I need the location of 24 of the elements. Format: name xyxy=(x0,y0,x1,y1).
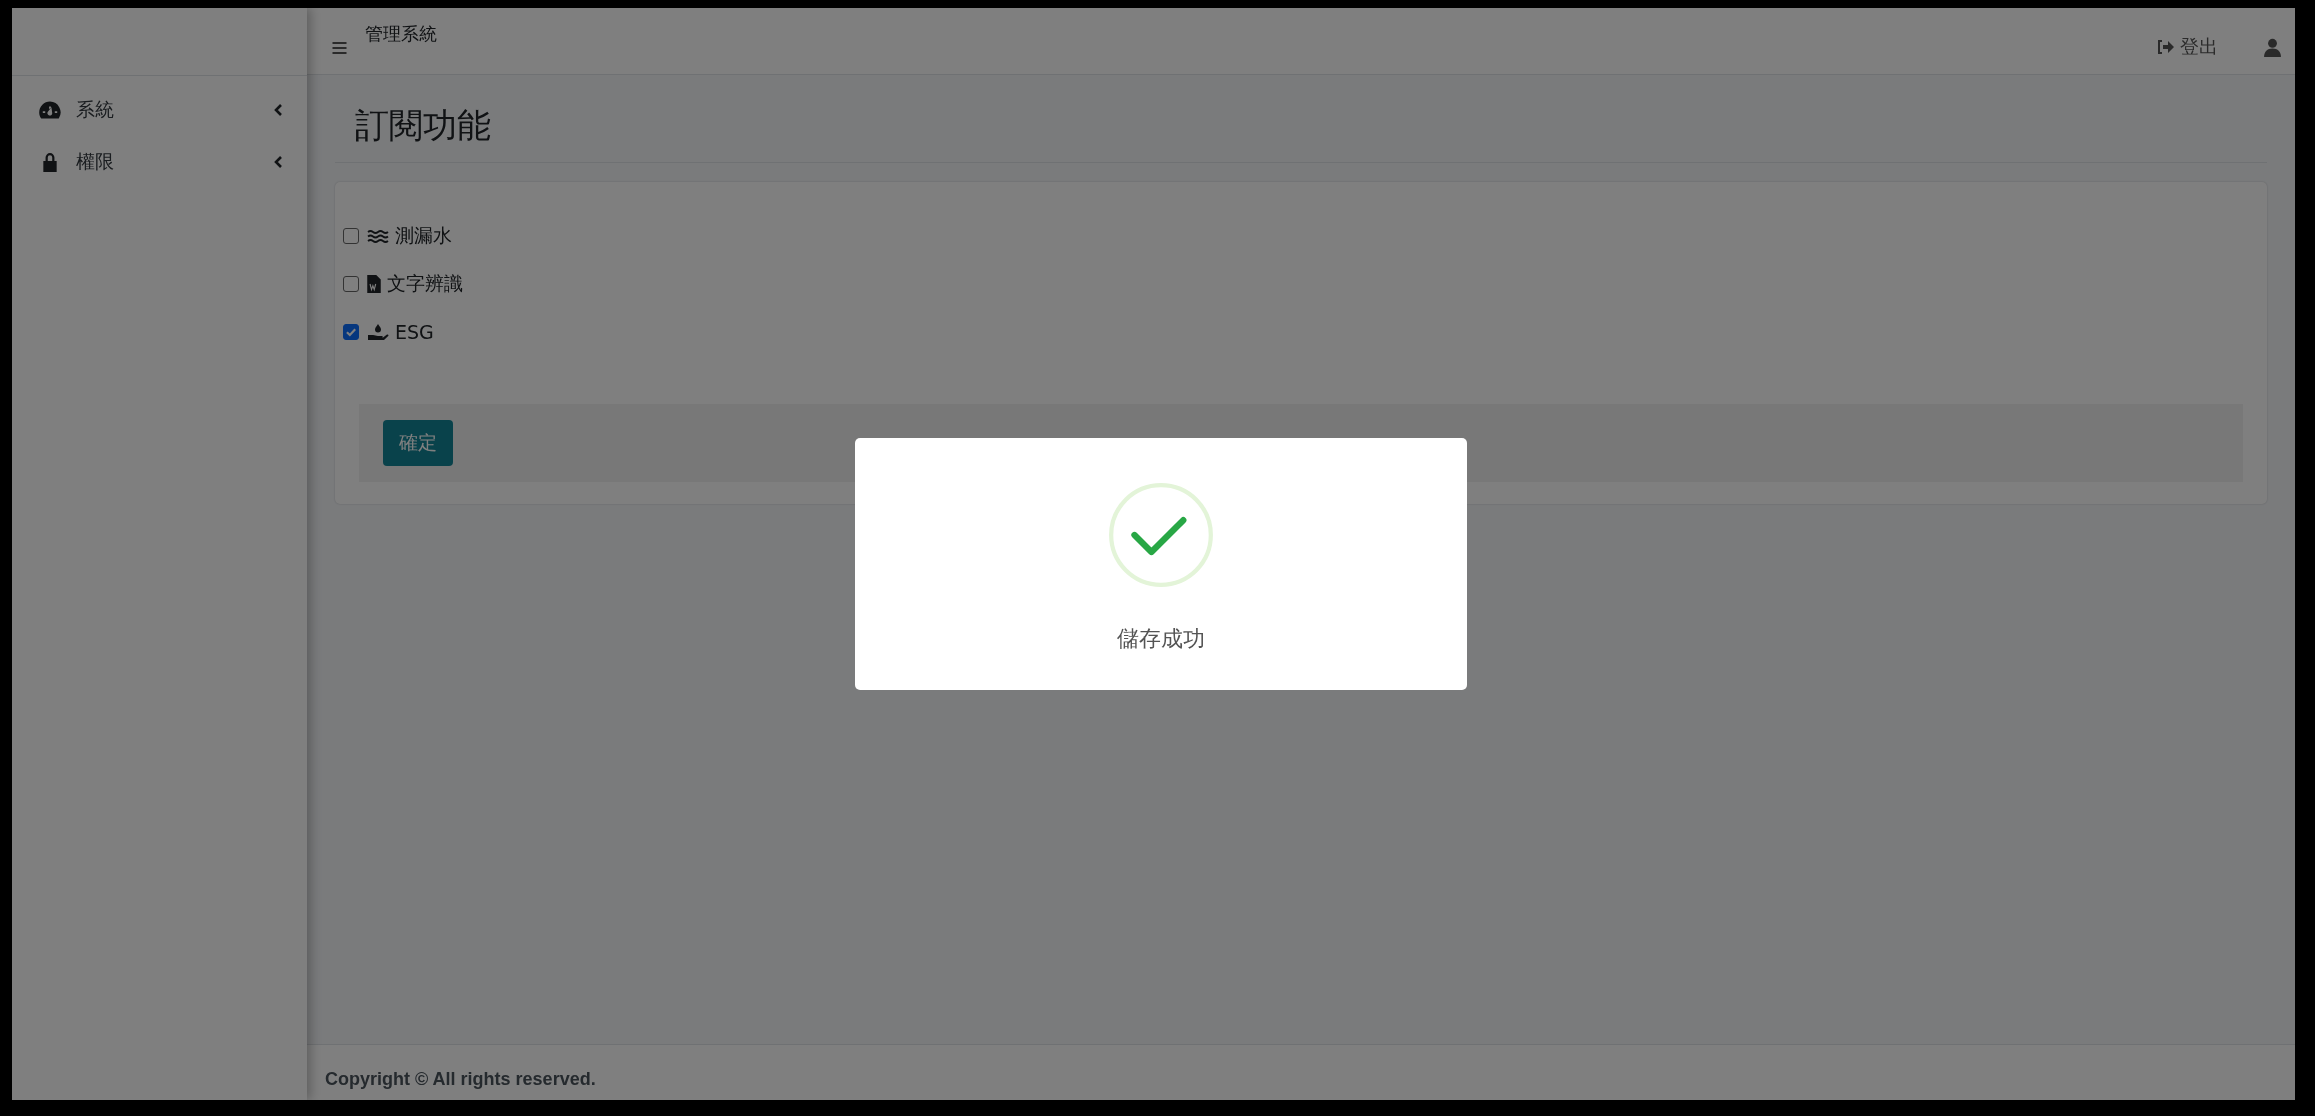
checkbox[interactable] xyxy=(343,228,359,244)
user-icon[interactable] xyxy=(2264,38,2281,57)
sidebar-item-label: 權限 xyxy=(76,149,115,174)
page-title: 訂閱功能 xyxy=(335,75,2267,163)
sidebar-item[interactable]: 權限 xyxy=(12,136,307,188)
checkbox[interactable] xyxy=(343,324,359,340)
option-label: ESG xyxy=(395,321,434,343)
app-title: 管理系統 xyxy=(365,22,437,46)
sidebar-item[interactable]: 系統 xyxy=(12,84,307,136)
sign-out-icon xyxy=(2156,39,2174,55)
water-waves-icon xyxy=(367,228,389,244)
hand-water-drop-icon xyxy=(367,324,389,340)
sidebar-item-label: 系統 xyxy=(76,97,115,122)
dialog-message: 儲存成功 xyxy=(1116,625,1205,653)
menu-icon[interactable] xyxy=(331,41,348,55)
word-file-icon xyxy=(367,275,381,293)
copyright-text: Copyright © All rights reserved. xyxy=(325,1069,596,1090)
option-label: 文字辨識 xyxy=(387,271,463,296)
checkbox[interactable] xyxy=(343,276,359,292)
success-check-icon xyxy=(1107,482,1214,588)
gauge-icon xyxy=(38,100,62,120)
confirm-button[interactable]: 確定 xyxy=(383,420,453,466)
option-label: 測漏水 xyxy=(395,223,452,248)
logout-link[interactable]: 登出 xyxy=(2156,34,2218,60)
